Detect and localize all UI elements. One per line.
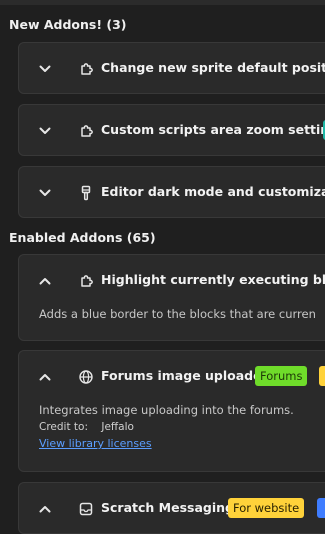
chevron-down-icon[interactable] xyxy=(38,124,52,138)
addon-card-editor-dark-mode[interactable]: Editor dark mode and customizable c xyxy=(18,166,325,218)
addon-card-scratch-messaging[interactable]: Scratch Messaging For website xyxy=(18,482,325,534)
globe-icon xyxy=(79,370,93,384)
addon-card-header[interactable]: Scratch Messaging For website xyxy=(19,483,325,533)
addon-description: Adds a blue border to the blocks that ar… xyxy=(39,307,316,321)
addon-name: Editor dark mode and customizable c xyxy=(101,184,325,199)
addon-card-header[interactable]: Custom scripts area zoom settings xyxy=(19,105,325,155)
paint-brush-icon xyxy=(81,185,91,201)
credit-line: Credit to: Jeffalo xyxy=(39,421,134,433)
addon-card-scripts-zoom[interactable]: Custom scripts area zoom settings xyxy=(18,104,325,156)
forums-badge: Forums xyxy=(255,366,308,386)
message-box-icon xyxy=(79,502,93,516)
enabled-addons-heading: Enabled Addons (65) xyxy=(9,230,156,245)
addon-name: Forums image uploader xyxy=(101,368,268,383)
credit-name: Jeffalo xyxy=(101,421,134,433)
chevron-down-icon[interactable] xyxy=(38,62,52,76)
addon-card-change-sprite-position[interactable]: Change new sprite default position xyxy=(18,42,325,94)
credit-label: Credit to: xyxy=(39,421,88,433)
addon-card-header[interactable]: Editor dark mode and customizable c xyxy=(19,167,325,217)
addon-card-forums-image-uploader[interactable]: Forums image uploader Forums Integrates … xyxy=(18,350,325,472)
addon-name: Change new sprite default position xyxy=(101,60,325,75)
chevron-up-icon[interactable] xyxy=(38,502,52,516)
for-website-badge: For website xyxy=(228,498,305,518)
puzzle-icon xyxy=(81,63,93,75)
chevron-up-icon[interactable] xyxy=(38,370,52,384)
addon-card-header[interactable]: Forums image uploader Forums xyxy=(19,351,325,403)
addon-name: Scratch Messaging xyxy=(101,500,234,515)
view-library-licenses-link[interactable]: View library licenses xyxy=(39,437,152,450)
addon-card-header[interactable]: Highlight currently executing blocks xyxy=(19,255,325,307)
puzzle-icon xyxy=(81,275,93,287)
addon-name: Highlight currently executing blocks xyxy=(101,272,325,287)
top-edge-strip xyxy=(0,0,325,5)
addon-description: Integrates image uploading into the foru… xyxy=(39,403,294,417)
chevron-down-icon[interactable] xyxy=(38,186,52,200)
chevron-up-icon[interactable] xyxy=(38,274,52,288)
addon-name: Custom scripts area zoom settings xyxy=(101,122,325,137)
puzzle-icon xyxy=(81,125,93,137)
addon-card-header[interactable]: Change new sprite default position xyxy=(19,43,325,93)
tag-badge xyxy=(317,498,325,518)
addon-card-highlight-executing-blocks[interactable]: Highlight currently executing blocks Add… xyxy=(18,254,325,341)
tag-badge xyxy=(319,366,325,386)
new-addons-heading: New Addons! (3) xyxy=(9,17,127,32)
